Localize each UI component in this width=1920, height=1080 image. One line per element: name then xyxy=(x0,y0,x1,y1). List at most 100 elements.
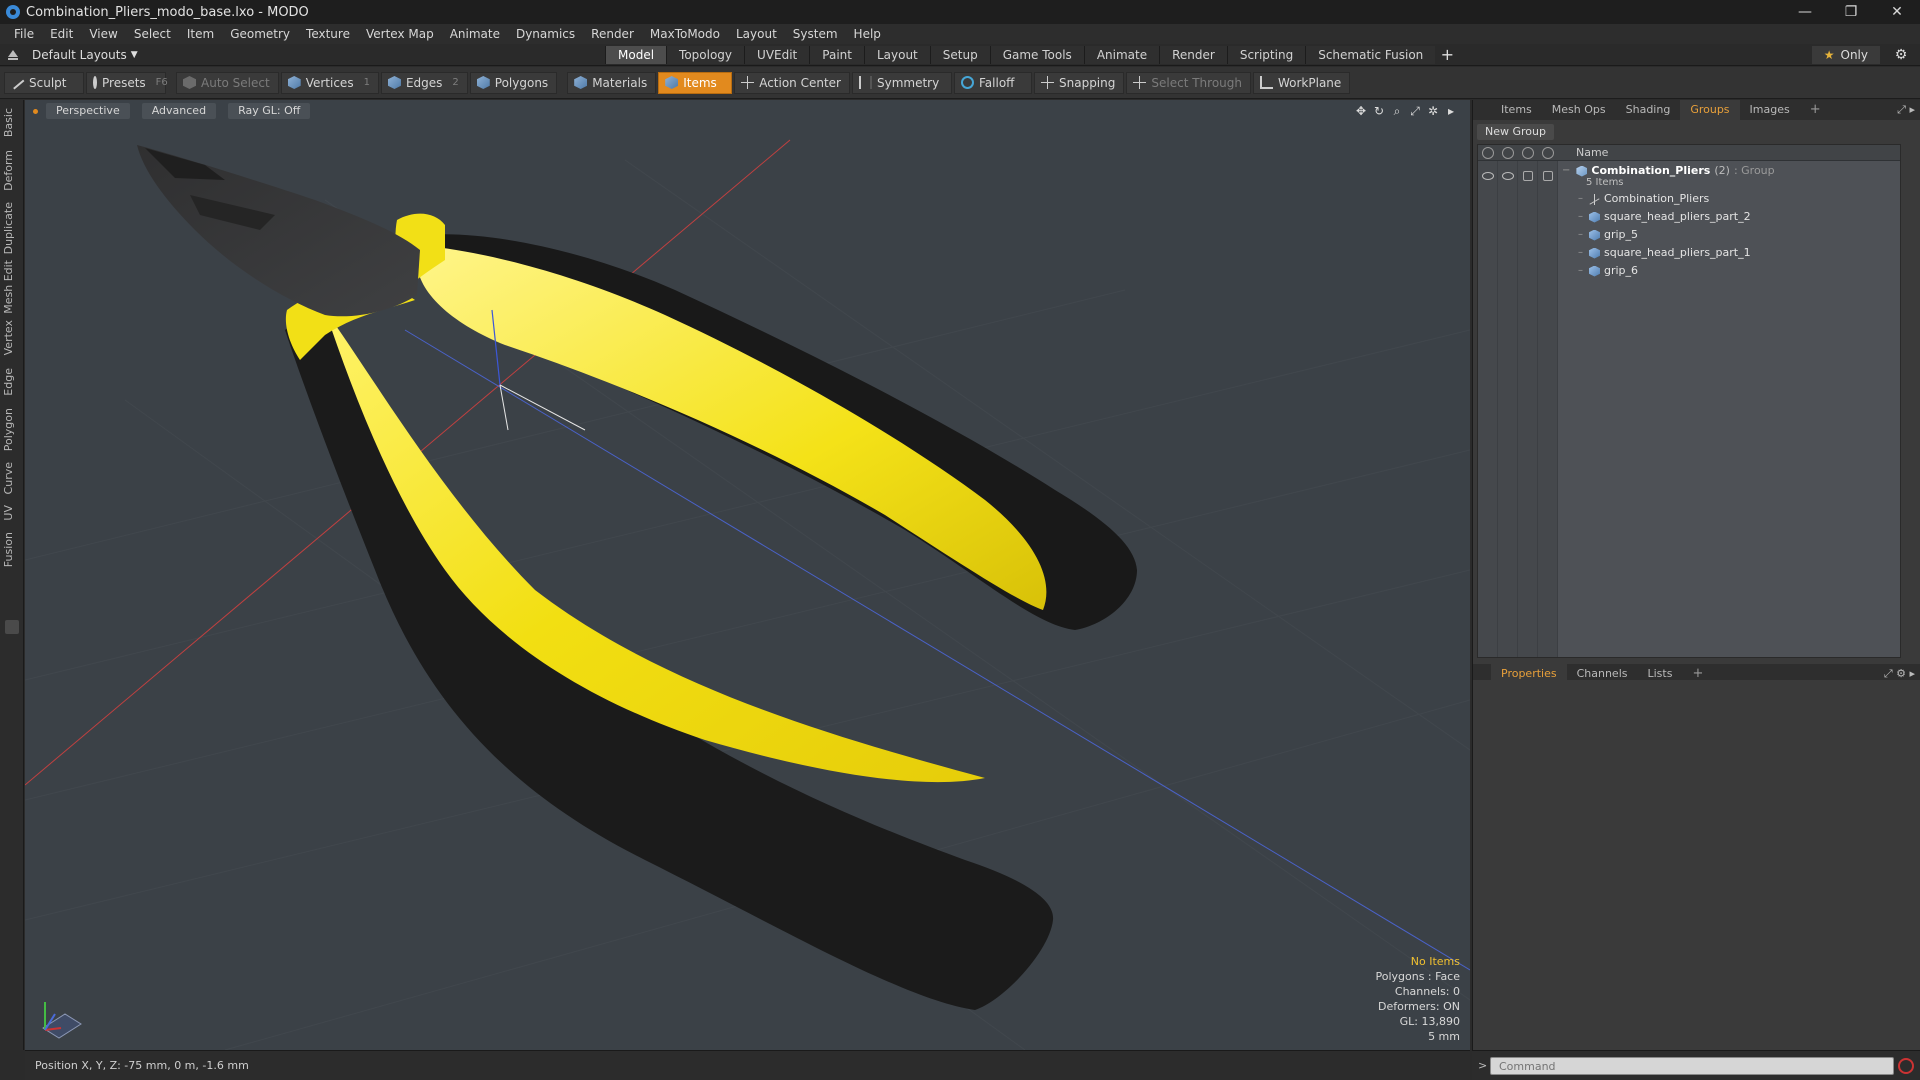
group-lock-checkbox[interactable] xyxy=(1523,171,1533,181)
left-tab-uv[interactable]: UV xyxy=(2,505,22,521)
group-visibility-eye-icon[interactable] xyxy=(1482,172,1494,180)
shading-mode-button[interactable]: Advanced xyxy=(141,103,217,119)
group-render-icon[interactable] xyxy=(1502,172,1514,180)
tab-animate[interactable]: Animate xyxy=(1083,46,1160,64)
sculpt-button[interactable]: Sculpt xyxy=(4,71,84,94)
symmetry-button[interactable]: Symmetry xyxy=(852,71,952,94)
pliers-head xyxy=(137,145,420,317)
pan-icon[interactable]: ✥ xyxy=(1352,104,1370,118)
gear-icon[interactable]: ⚙ xyxy=(1890,46,1912,64)
falloff-button[interactable]: Falloff xyxy=(954,71,1032,94)
left-tab-basic[interactable]: Basic xyxy=(2,108,22,137)
menu-vertex-map[interactable]: Vertex Map xyxy=(358,27,442,41)
fit-icon[interactable]: ⤢ xyxy=(1406,104,1424,118)
presets-button[interactable]: Presets F6 xyxy=(86,71,168,94)
polygons-button[interactable]: Polygons xyxy=(469,71,558,94)
axis-orientation-gizmo[interactable] xyxy=(37,992,87,1042)
select-through-icon xyxy=(1133,76,1147,89)
menu-maxtomodo[interactable]: MaxToModo xyxy=(642,27,728,41)
left-tab-fusion[interactable]: Fusion xyxy=(2,532,22,567)
list-item[interactable]: – grip_5 xyxy=(1578,226,1638,244)
menu-select[interactable]: Select xyxy=(126,27,179,41)
list-item[interactable]: – Combination_Pliers xyxy=(1578,190,1709,208)
tab-groups[interactable]: Groups xyxy=(1680,100,1740,120)
left-tab-edge[interactable]: Edge xyxy=(2,368,22,396)
eye-icon[interactable] xyxy=(1482,147,1494,159)
add-panel-tab-icon[interactable]: + xyxy=(1800,100,1831,120)
raygl-button[interactable]: Ray GL: Off xyxy=(228,103,311,119)
vertices-button[interactable]: Vertices 1 xyxy=(280,71,379,94)
items-button[interactable]: Items xyxy=(658,71,733,94)
left-panel-toggle-button[interactable] xyxy=(5,620,19,634)
list-item[interactable]: – square_head_pliers_part_2 xyxy=(1578,208,1751,226)
minimize-button[interactable]: — xyxy=(1782,0,1828,24)
layout-selector[interactable]: Default Layouts ▼ xyxy=(6,46,138,64)
left-tab-vertex[interactable]: Vertex xyxy=(2,320,22,355)
close-button[interactable]: ✕ xyxy=(1874,0,1920,24)
only-toggle-button[interactable]: ★ Only xyxy=(1811,46,1880,64)
tab-uvedit[interactable]: UVEdit xyxy=(744,46,810,64)
tab-game-tools[interactable]: Game Tools xyxy=(989,46,1084,64)
select-icon[interactable] xyxy=(1542,147,1554,159)
tab-topology[interactable]: Topology xyxy=(666,46,745,64)
select-through-button[interactable]: Select Through xyxy=(1126,71,1251,94)
tab-layout[interactable]: Layout xyxy=(863,46,930,64)
menu-animate[interactable]: Animate xyxy=(442,27,508,41)
3d-viewport[interactable]: Perspective Advanced Ray GL: Off ✥ ↻ ⌕ ⤢… xyxy=(25,100,1470,1050)
upload-icon[interactable] xyxy=(6,48,20,62)
workplane-button[interactable]: WorkPlane xyxy=(1252,71,1351,94)
rotate-icon[interactable]: ↻ xyxy=(1370,104,1388,118)
command-input[interactable] xyxy=(1490,1057,1894,1075)
edges-button[interactable]: Edges 2 xyxy=(380,71,468,94)
tab-images[interactable]: Images xyxy=(1740,100,1800,120)
menu-help[interactable]: Help xyxy=(846,27,889,41)
tab-items[interactable]: Items xyxy=(1491,100,1542,120)
new-group-button[interactable]: New Group xyxy=(1477,124,1554,140)
materials-button[interactable]: Materials xyxy=(567,71,657,94)
edges-label: Edges xyxy=(405,75,443,90)
menu-file[interactable]: File xyxy=(6,27,42,41)
view-type-button[interactable]: Perspective xyxy=(46,103,130,119)
tab-schematic-fusion[interactable]: Schematic Fusion xyxy=(1305,46,1436,64)
viewport-settings-icon[interactable]: ✲ xyxy=(1424,104,1442,118)
left-tab-deform[interactable]: Deform xyxy=(2,150,22,191)
left-tab-duplicate[interactable]: Duplicate xyxy=(2,202,22,254)
menu-system[interactable]: System xyxy=(785,27,846,41)
tab-render[interactable]: Render xyxy=(1159,46,1227,64)
left-tab-mesh-edit[interactable]: Mesh Edit xyxy=(2,260,22,314)
list-item[interactable]: – square_head_pliers_part_1 xyxy=(1578,244,1751,262)
left-tab-curve[interactable]: Curve xyxy=(2,462,22,494)
tab-setup[interactable]: Setup xyxy=(929,46,990,64)
collapse-icon[interactable]: − xyxy=(1562,162,1570,180)
menu-texture[interactable]: Texture xyxy=(298,27,358,41)
snapping-button[interactable]: Snapping xyxy=(1034,71,1125,94)
record-icon[interactable] xyxy=(1898,1058,1914,1074)
render-icon[interactable] xyxy=(1502,147,1514,159)
panel-expand-icon[interactable]: ⤢ ▸ xyxy=(1897,103,1915,117)
action-center-button[interactable]: Action Center xyxy=(734,71,850,94)
menu-edit[interactable]: Edit xyxy=(42,27,81,41)
left-tab-polygon[interactable]: Polygon xyxy=(2,408,22,451)
auto-select-button[interactable]: Auto Select xyxy=(176,71,279,94)
menu-geometry[interactable]: Geometry xyxy=(222,27,298,41)
lock-icon[interactable] xyxy=(1522,147,1534,159)
tab-scripting[interactable]: Scripting xyxy=(1226,46,1306,64)
viewport-expand-icon[interactable]: ▸ xyxy=(1442,104,1460,118)
menu-dynamics[interactable]: Dynamics xyxy=(508,27,583,41)
menu-view[interactable]: View xyxy=(81,27,125,41)
items-panel-tabs: Items Mesh Ops Shading Groups Images + ⤢… xyxy=(1473,100,1920,120)
menu-layout[interactable]: Layout xyxy=(728,27,785,41)
list-item[interactable]: – grip_6 xyxy=(1578,262,1638,280)
group-select-checkbox[interactable] xyxy=(1543,171,1553,181)
menu-item[interactable]: Item xyxy=(179,27,222,41)
restore-button[interactable]: ❐ xyxy=(1828,0,1874,24)
properties-expand-icon[interactable]: ⤢ ⚙ ▸ xyxy=(1884,667,1915,681)
zoom-icon[interactable]: ⌕ xyxy=(1388,104,1406,118)
add-tab-plus-icon[interactable]: + xyxy=(1435,46,1459,64)
tab-mesh-ops[interactable]: Mesh Ops xyxy=(1542,100,1616,120)
tab-model[interactable]: Model xyxy=(605,46,667,64)
tab-shading[interactable]: Shading xyxy=(1616,100,1681,120)
viewport-menu-dot-icon[interactable] xyxy=(33,108,38,114)
menu-render[interactable]: Render xyxy=(583,27,642,41)
tab-paint[interactable]: Paint xyxy=(809,46,864,64)
